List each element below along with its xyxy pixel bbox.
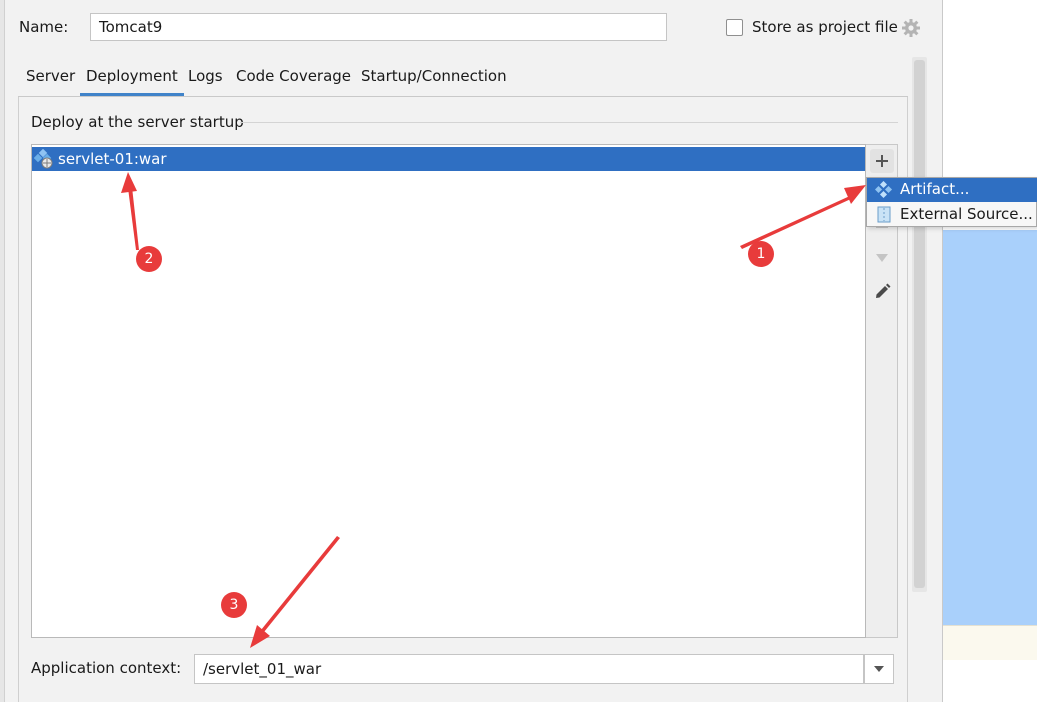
arrow-3-shaft [261, 536, 340, 632]
annotation-arrows [121, 172, 866, 648]
annotation-badge-2: 2 [136, 246, 162, 272]
arrow-3-head [250, 625, 270, 648]
annotation-badge-1: 1 [748, 241, 774, 267]
annotation-badge-3: 3 [221, 592, 247, 618]
arrow-1-head [844, 185, 866, 204]
arrow-2-head [121, 172, 137, 193]
arrow-2-shaft [128, 187, 139, 250]
